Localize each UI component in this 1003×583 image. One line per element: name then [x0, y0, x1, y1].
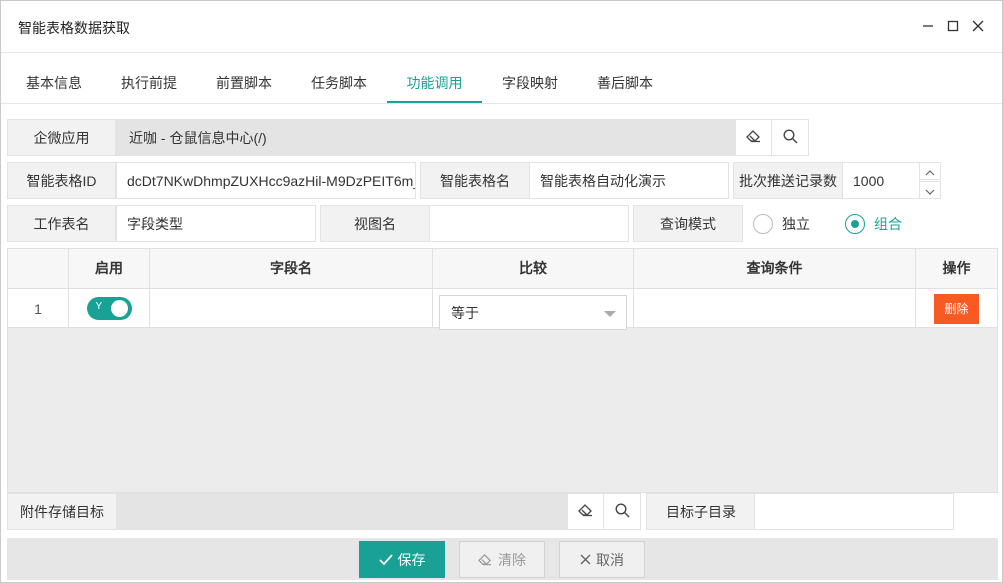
- compare-select[interactable]: 等于: [439, 295, 627, 330]
- grid-header-field: 字段名: [150, 249, 433, 289]
- field-name-cell[interactable]: [150, 289, 433, 328]
- eraser-icon: [745, 129, 762, 146]
- wecom-app-label: 企微应用: [7, 119, 116, 156]
- eraser-icon: [577, 503, 594, 520]
- title-bar: 智能表格数据获取: [1, 1, 1002, 53]
- footer-bar: 保存 清除 取消: [7, 538, 998, 580]
- grid-header-index: [8, 249, 69, 289]
- clear-attachment-button[interactable]: [567, 493, 604, 530]
- close-icon: [580, 554, 591, 565]
- action-cell: 删除: [916, 289, 997, 328]
- radio-circle-icon: [753, 214, 773, 234]
- spin-down-button[interactable]: [919, 181, 941, 199]
- clear-label: 清除: [498, 551, 526, 568]
- search-icon: [782, 128, 798, 147]
- tab-field-mapping[interactable]: 字段映射: [487, 54, 573, 103]
- target-subdir-label: 目标子目录: [646, 493, 756, 530]
- radio-independent[interactable]: 独立: [753, 214, 810, 234]
- clear-wecom-app-button[interactable]: [735, 119, 772, 156]
- close-icon[interactable]: [968, 16, 988, 36]
- sheet-id-label: 智能表格ID: [7, 162, 116, 199]
- target-subdir-field[interactable]: [754, 493, 954, 530]
- radio-independent-label: 独立: [782, 216, 810, 232]
- cancel-button[interactable]: 取消: [559, 541, 645, 578]
- sheet-name-field[interactable]: 智能表格自动化演示: [529, 162, 729, 199]
- search-attachment-button[interactable]: [603, 493, 641, 530]
- table-row: 1 Y 等于 删除: [8, 289, 997, 330]
- batch-count-label: 批次推送记录数: [733, 162, 843, 199]
- save-label: 保存: [397, 551, 426, 568]
- grid-header-enabled: 启用: [69, 249, 150, 289]
- enabled-cell: Y: [69, 289, 150, 328]
- toggle-knob: [110, 300, 128, 317]
- batch-count-field[interactable]: 1000: [842, 162, 920, 199]
- radio-combined-label: 组合: [874, 216, 902, 232]
- worksheet-field[interactable]: 字段类型: [116, 205, 316, 242]
- tab-post-script[interactable]: 善后脚本: [582, 54, 668, 103]
- grid-header: 启用 字段名 比较 查询条件 操作: [8, 249, 997, 289]
- view-name-label: 视图名: [320, 205, 430, 242]
- view-name-field[interactable]: [429, 205, 629, 242]
- query-mode-label: 查询模式: [633, 205, 743, 242]
- cancel-label: 取消: [596, 551, 624, 568]
- check-icon: [378, 553, 393, 566]
- eraser-icon: [478, 553, 493, 566]
- save-button[interactable]: 保存: [359, 541, 445, 578]
- delete-row-button[interactable]: 删除: [934, 293, 979, 324]
- compare-cell: 等于: [433, 289, 634, 330]
- grid-header-condition: 查询条件: [634, 249, 916, 289]
- attachment-target-field[interactable]: [116, 493, 568, 530]
- condition-cell[interactable]: [634, 289, 916, 328]
- chevron-down-icon: [925, 182, 935, 198]
- tab-function-call[interactable]: 功能调用: [387, 54, 482, 103]
- compare-value: 等于: [451, 304, 479, 321]
- radio-combined[interactable]: 组合: [845, 214, 902, 234]
- row-index: 1: [8, 289, 69, 328]
- attachment-target-label: 附件存储目标: [7, 493, 117, 530]
- search-wecom-app-button[interactable]: [771, 119, 809, 156]
- wecom-app-field[interactable]: 近咖 - 仓鼠信息中心(/): [116, 119, 736, 156]
- condition-grid: 启用 字段名 比较 查询条件 操作 1 Y 等于 删除: [7, 248, 998, 493]
- sheet-name-label: 智能表格名: [420, 162, 530, 199]
- dropdown-arrow-icon: [604, 311, 616, 317]
- radio-checked-icon: [845, 214, 865, 234]
- grid-header-compare: 比较: [433, 249, 634, 289]
- tab-bar: 基本信息 执行前提 前置脚本 任务脚本 功能调用 字段映射 善后脚本: [1, 54, 1002, 104]
- tab-pre-script[interactable]: 前置脚本: [201, 54, 287, 103]
- grid-header-action: 操作: [942, 260, 971, 276]
- toggle-label: Y: [95, 301, 103, 312]
- tab-precondition[interactable]: 执行前提: [106, 54, 192, 103]
- search-icon: [614, 502, 630, 521]
- chevron-up-icon: [925, 163, 935, 179]
- minimize-icon[interactable]: [918, 16, 938, 36]
- worksheet-label: 工作表名: [7, 205, 116, 242]
- sheet-id-field[interactable]: dcDt7NKwDhmpZUXHcc9azHil-M9DzPEIT6m_3: [116, 162, 416, 199]
- maximize-icon[interactable]: [943, 16, 963, 36]
- clear-button[interactable]: 清除: [459, 541, 545, 578]
- enabled-toggle[interactable]: Y: [86, 297, 132, 320]
- dialog-window: 智能表格数据获取 基本信息 执行前提 前置脚本 任务脚本 功能调用 字段映射 善…: [0, 0, 1003, 583]
- spin-up-button[interactable]: [919, 162, 941, 180]
- tab-task-script[interactable]: 任务脚本: [296, 54, 382, 103]
- tab-basic-info[interactable]: 基本信息: [11, 54, 97, 103]
- window-title: 智能表格数据获取: [18, 20, 130, 36]
